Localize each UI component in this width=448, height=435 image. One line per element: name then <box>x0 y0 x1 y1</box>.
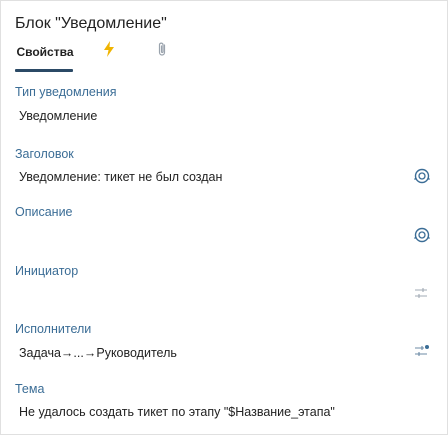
tab-properties[interactable]: Свойства <box>15 45 75 59</box>
description-expression-button[interactable] <box>413 226 431 249</box>
performers-label: Исполнители <box>15 322 92 336</box>
header-value[interactable]: Уведомление: тикет не был создан <box>19 170 222 184</box>
subject-label: Тема <box>15 382 45 396</box>
description-label: Описание <box>15 205 73 219</box>
subject-value[interactable]: Не удалось создать тикет по этапу "$Назв… <box>19 405 335 419</box>
header-expression-button[interactable] <box>413 167 431 190</box>
notification-block-panel: Блок "Уведомление" Свойства Тип уведомле… <box>0 0 448 435</box>
initiator-label: Инициатор <box>15 264 79 278</box>
paperclip-icon <box>158 42 166 56</box>
assignee-settings-icon <box>415 288 427 298</box>
performers-value[interactable]: Задача→...→Руководитель <box>19 346 177 360</box>
lightning-icon <box>104 41 114 57</box>
tab-events[interactable] <box>103 41 117 59</box>
initiator-settings-button[interactable] <box>413 286 429 305</box>
expression-icon <box>414 227 430 243</box>
notification-type-label: Тип уведомления <box>15 85 117 99</box>
active-tab-indicator <box>15 69 73 72</box>
assignee-settings-icon <box>415 345 429 356</box>
tab-attachments[interactable] <box>157 41 171 59</box>
panel-title: Блок "Уведомление" <box>15 15 167 32</box>
notification-type-value[interactable]: Уведомление <box>19 109 97 123</box>
expression-icon <box>414 168 430 184</box>
header-label: Заголовок <box>15 147 74 161</box>
performers-settings-button[interactable] <box>413 344 429 363</box>
